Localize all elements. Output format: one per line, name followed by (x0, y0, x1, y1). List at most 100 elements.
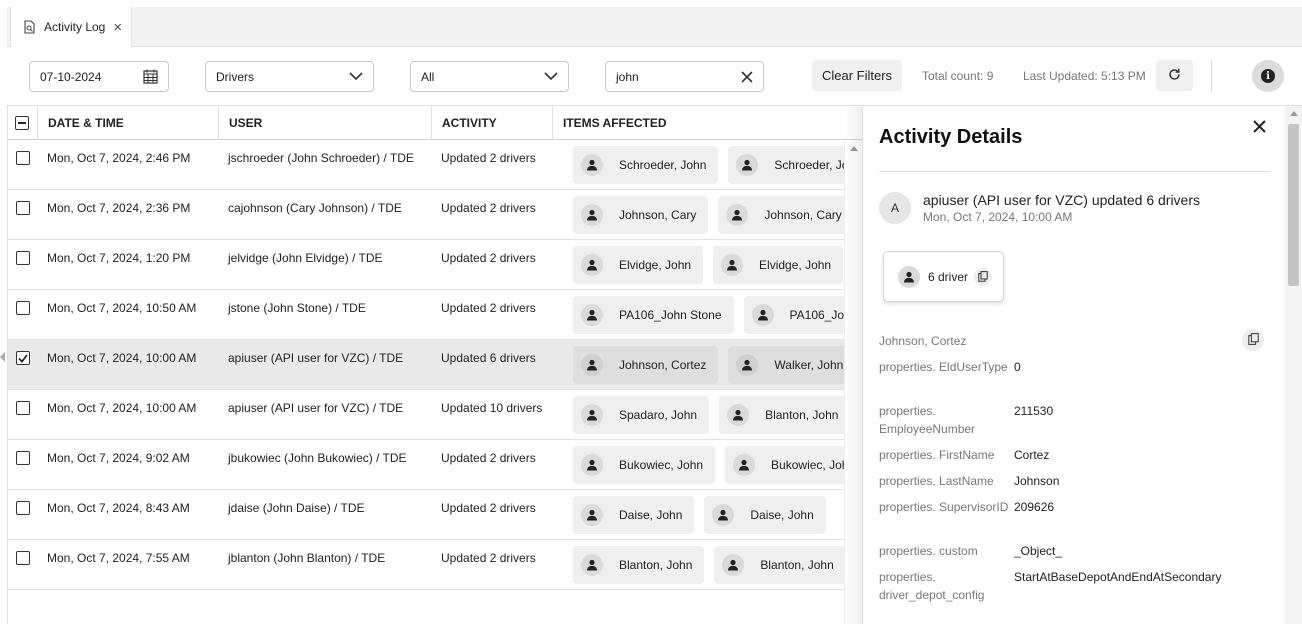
affected-item-chip[interactable]: Daise, John (573, 496, 695, 534)
affected-item-chip[interactable]: Schroeder, John (728, 146, 844, 184)
table-row[interactable]: Mon, Oct 7, 2024, 1:20 PM jelvidge (John … (8, 240, 844, 290)
table-row[interactable]: Mon, Oct 7, 2024, 9:02 AM jbukowiec (John… (8, 440, 844, 490)
affected-item-label: Blanton, John (760, 558, 834, 572)
activity-type-select[interactable]: All (410, 61, 569, 92)
person-icon (733, 454, 756, 476)
row-user: cajohnson (Cary Johnson) / TDE (228, 201, 402, 215)
affected-item-chip[interactable]: Spadaro, John (573, 396, 710, 434)
property-key: properties. driver_depot_config (879, 570, 985, 602)
details-scroll-thumb[interactable] (1288, 124, 1299, 286)
property-value: 0 (1014, 360, 1021, 374)
details-divider (879, 171, 1271, 172)
last-updated: Last Updated: 5:13 PM (1023, 69, 1146, 83)
affected-item-chip[interactable]: Blanton, John (719, 396, 844, 434)
person-icon (727, 404, 750, 426)
column-header-date[interactable]: DATE & TIME (37, 106, 218, 140)
row-checkbox[interactable] (16, 251, 30, 265)
column-header-items-affected[interactable]: ITEMS AFFECTED (552, 106, 863, 140)
table-row[interactable]: Mon, Oct 7, 2024, 8:43 AM jdaise (John Da… (8, 490, 844, 540)
table-row[interactable]: Mon, Oct 7, 2024, 7:55 AM jblanton (John … (8, 540, 844, 590)
table-row[interactable]: Mon, Oct 7, 2024, 10:50 AM jstone (John S… (8, 290, 844, 340)
property-key: properties. custom (879, 544, 978, 558)
row-activity: Updated 2 drivers (441, 201, 536, 215)
table-row[interactable]: Mon, Oct 7, 2024, 2:46 PM jschroeder (Joh… (8, 140, 844, 190)
table-row[interactable]: Mon, Oct 7, 2024, 10:00 AM apiuser (API u… (8, 390, 844, 440)
column-header-user[interactable]: USER (218, 106, 431, 140)
affected-item-label: Spadaro, John (619, 408, 698, 422)
property-value: 211530 (1014, 404, 1054, 418)
affected-items-card[interactable]: 6 driver (883, 251, 1004, 302)
table-row[interactable]: Mon, Oct 7, 2024, 2:36 PM cajohnson (Cary… (8, 190, 844, 240)
tab-strip: Activity Log × (7, 7, 1302, 47)
affected-item-chip[interactable]: PA106_John Stone (743, 296, 844, 334)
row-checkbox[interactable] (16, 501, 30, 515)
details-timestamp: Mon, Oct 7, 2024, 10:00 AM (923, 210, 1073, 224)
affected-item-label: PA106_John Stone (789, 308, 844, 322)
row-user: jelvidge (John Elvidge) / TDE (228, 251, 383, 265)
affected-item-chip[interactable]: Walker, John (728, 346, 844, 384)
person-icon (721, 254, 744, 276)
activity-type-value: All (421, 69, 435, 84)
affected-item-chip[interactable]: Elvidge, John (713, 246, 844, 284)
info-button[interactable]: i (1252, 60, 1284, 92)
affected-item-chip[interactable]: Schroeder, John (573, 146, 719, 184)
table-body: Mon, Oct 7, 2024, 2:46 PM jschroeder (Joh… (8, 140, 844, 590)
clear-filters-button[interactable]: Clear Filters (812, 60, 902, 91)
chevron-down-icon (544, 72, 558, 81)
items-affected-cell: Blanton, John Blanton, John (573, 546, 844, 584)
details-scrollbar[interactable] (1285, 106, 1302, 624)
affected-item-chip[interactable]: Bukowiec, John (573, 446, 716, 484)
affected-item-chip[interactable]: Bukowiec, John (725, 446, 844, 484)
search-input[interactable]: john (605, 61, 764, 92)
row-checkbox[interactable] (16, 401, 30, 415)
affected-item-chip[interactable]: Elvidge, John (573, 246, 704, 284)
person-icon (736, 354, 759, 376)
affected-item-chip[interactable]: Johnson, Cary (573, 196, 709, 234)
activity-log-app: Activity Log × 07-10-2024 Drivers All jo… (0, 0, 1302, 624)
affected-item-chip[interactable]: Johnson, Cary (718, 196, 844, 234)
row-checkbox[interactable] (16, 151, 30, 165)
affected-item-label: Walker, John (774, 358, 844, 372)
affected-item-label: Schroeder, John (774, 158, 844, 172)
person-icon (581, 354, 603, 376)
column-header-activity[interactable]: ACTIVITY (431, 106, 552, 140)
tab-activity-log[interactable]: Activity Log × (10, 7, 132, 47)
property-key: properties. SupervisorID (879, 500, 1009, 514)
copy-icon[interactable] (974, 267, 993, 286)
table-row[interactable]: Mon, Oct 7, 2024, 10:00 AM apiuser (API u… (8, 340, 844, 390)
property-key: properties. LastName (879, 474, 994, 488)
row-date: Mon, Oct 7, 2024, 1:20 PM (47, 251, 191, 265)
row-checkbox[interactable] (16, 551, 30, 565)
scroll-up-arrow-icon[interactable] (1290, 111, 1298, 116)
activity-details-panel: Activity Details A apiuser (API user for… (862, 106, 1302, 624)
toolbar-divider (1211, 60, 1212, 92)
table-header: DATE & TIME USER ACTIVITY ITEMS AFFECTED (8, 106, 863, 140)
affected-item-chip[interactable]: PA106_John Stone (573, 296, 734, 334)
affected-item-chip[interactable]: Daise, John (704, 496, 826, 534)
panel-collapse-handle-icon[interactable] (0, 352, 5, 362)
row-checkbox[interactable] (16, 351, 30, 365)
affected-item-chip[interactable]: Blanton, John (714, 546, 844, 584)
select-all-checkbox[interactable] (15, 116, 29, 130)
calendar-icon[interactable] (143, 69, 158, 84)
copy-icon (1247, 332, 1259, 348)
affected-item-chip[interactable]: Blanton, John (573, 546, 705, 584)
person-icon (581, 504, 603, 526)
row-checkbox[interactable] (16, 301, 30, 315)
items-affected-cell: Elvidge, John Elvidge, John (573, 246, 844, 284)
close-details-button[interactable] (1247, 116, 1271, 140)
refresh-button[interactable] (1156, 60, 1193, 91)
affected-item-label: Johnson, Cortez (619, 358, 707, 372)
affected-item-label: Bukowiec, John (619, 458, 704, 472)
property-value: 209626 (1014, 500, 1055, 514)
row-checkbox[interactable] (16, 451, 30, 465)
affected-item-label: Johnson, Cary (619, 208, 697, 222)
copy-section-button[interactable] (1242, 329, 1264, 351)
entity-type-select[interactable]: Drivers (205, 61, 374, 92)
close-icon[interactable]: × (113, 19, 122, 36)
affected-item-chip[interactable]: Johnson, Cortez (573, 346, 719, 384)
row-activity: Updated 2 drivers (441, 551, 536, 565)
row-checkbox[interactable] (16, 201, 30, 215)
date-picker[interactable]: 07-10-2024 (29, 61, 169, 92)
clear-search-icon[interactable] (741, 70, 753, 83)
